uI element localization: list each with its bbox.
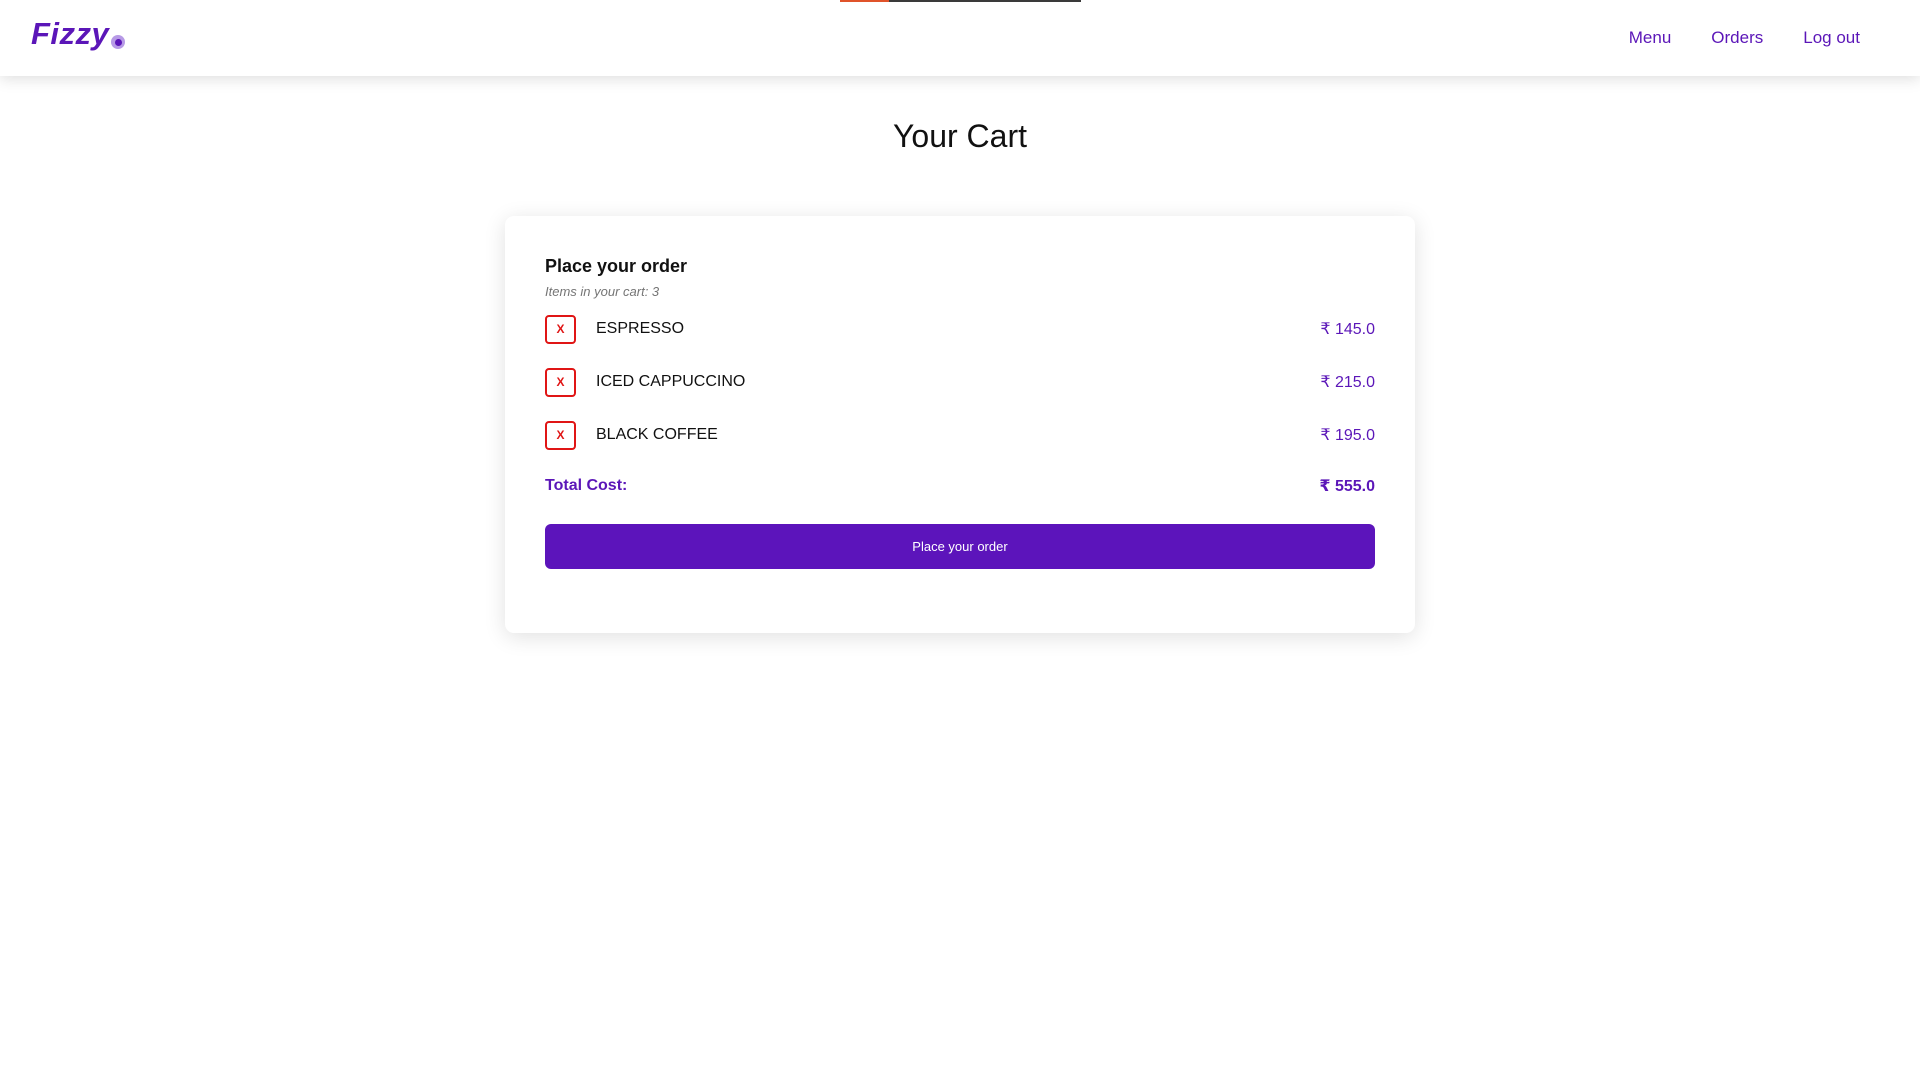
place-order-button[interactable]: Place your order bbox=[545, 524, 1375, 569]
remove-item-button[interactable]: X bbox=[545, 420, 576, 450]
remove-item-button[interactable]: X bbox=[545, 314, 576, 344]
cart-item-price: ₹ 145.0 bbox=[1320, 321, 1375, 338]
cart-item-name: BLACK COFFEE bbox=[596, 426, 718, 443]
total-cost-row: Total Cost: ₹ 555.0 bbox=[545, 473, 1375, 499]
page-load-progress-bar bbox=[840, 0, 1081, 2]
cart-item-row: X BLACK COFFEE ₹ 195.0 bbox=[545, 420, 1375, 450]
cart-item-name: ESPRESSO bbox=[596, 320, 685, 337]
top-navbar: Fizzy Menu Orders Log out bbox=[0, 0, 1920, 76]
cart-item-row: X ESPRESSO ₹ 145.0 bbox=[545, 314, 1375, 344]
nav-link-logout[interactable]: Log out bbox=[1803, 28, 1860, 48]
total-cost-value: ₹ 555.0 bbox=[1319, 478, 1375, 495]
page-title: Your Cart bbox=[893, 118, 1027, 154]
brand-dot-icon bbox=[111, 35, 126, 49]
cart-items-list: X ESPRESSO ₹ 145.0 X ICED CAPPUCCINO ₹ 2… bbox=[545, 314, 1375, 450]
cart-item-price: ₹ 215.0 bbox=[1320, 374, 1375, 391]
page-load-progress-accent bbox=[840, 0, 889, 2]
cart-card: Place your order Items in your cart: 3 X… bbox=[505, 216, 1415, 633]
total-cost-label: Total Cost: bbox=[545, 477, 628, 494]
cart-item-name: ICED CAPPUCCINO bbox=[596, 373, 746, 390]
cart-item-row: X ICED CAPPUCCINO ₹ 215.0 bbox=[545, 367, 1375, 397]
cart-item-price: ₹ 195.0 bbox=[1320, 427, 1375, 444]
brand-logo[interactable]: Fizzy bbox=[31, 15, 126, 53]
nav-link-orders[interactable]: Orders bbox=[1711, 28, 1763, 48]
main-nav: Menu Orders Log out bbox=[1629, 0, 1920, 76]
cart-heading: Place your order bbox=[545, 256, 688, 276]
cart-item-count: Items in your cart: 3 bbox=[545, 284, 660, 299]
brand-name: Fizzy bbox=[31, 16, 110, 51]
nav-link-menu[interactable]: Menu bbox=[1629, 28, 1672, 48]
remove-item-button[interactable]: X bbox=[545, 367, 576, 397]
